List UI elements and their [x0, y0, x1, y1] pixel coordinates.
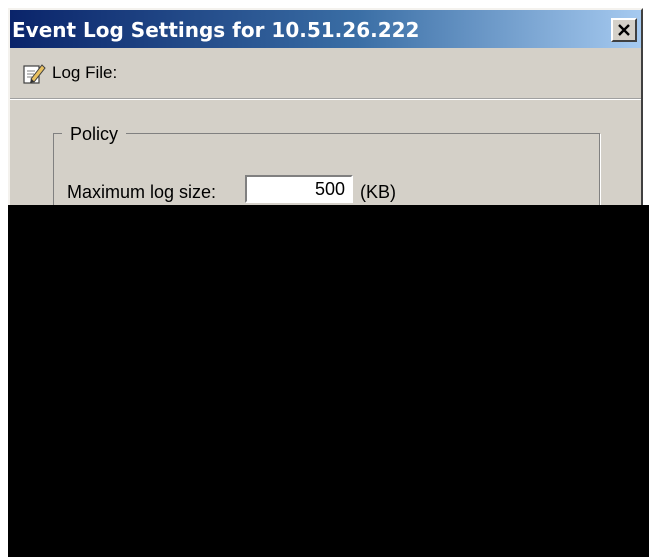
- max-log-size-input[interactable]: 500: [245, 175, 353, 203]
- max-log-size-label: Maximum log size:: [67, 182, 217, 202]
- redacted-region: [8, 205, 649, 557]
- log-file-button[interactable]: Log File:: [22, 58, 117, 88]
- dialog-title: Event Log Settings for 10.51.26.222: [12, 18, 420, 42]
- policy-group-label: Policy: [62, 124, 127, 145]
- max-log-size-unit: (KB): [360, 182, 396, 202]
- log-file-label: Log File:: [52, 63, 118, 82]
- toolbar: Log File:: [10, 48, 641, 100]
- title-bar: Event Log Settings for 10.51.26.222: [10, 10, 641, 48]
- close-button[interactable]: [611, 18, 637, 42]
- close-icon: [618, 24, 630, 36]
- edit-document-icon: [23, 64, 46, 84]
